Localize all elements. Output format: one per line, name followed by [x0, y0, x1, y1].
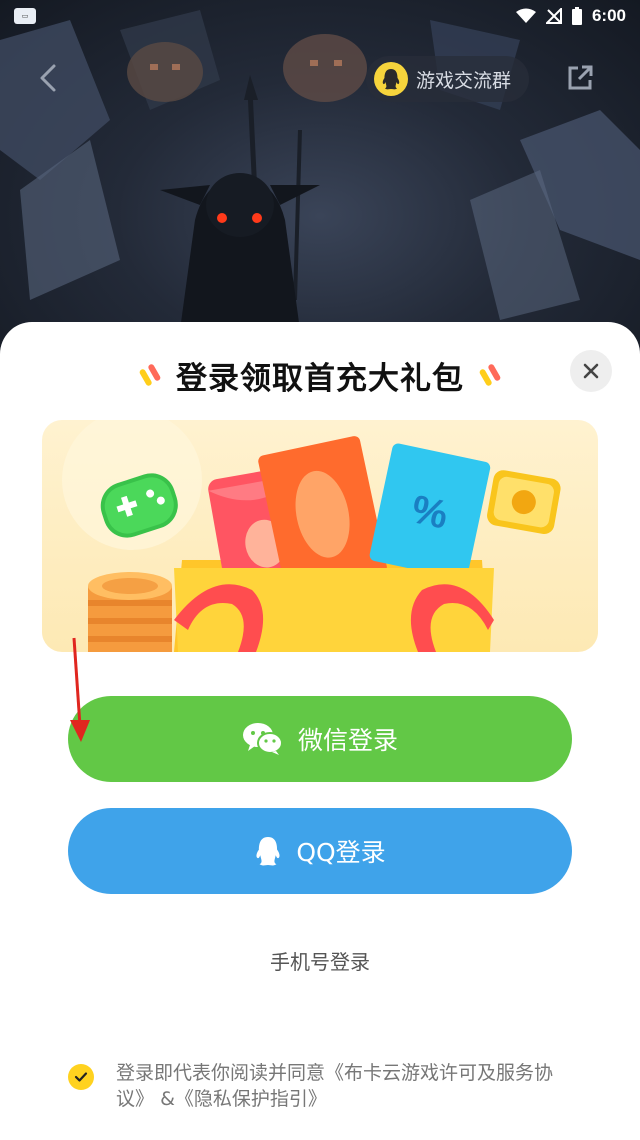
battery-icon — [571, 7, 582, 25]
agreement-ampersand: & — [160, 1088, 175, 1110]
agreement-checkbox[interactable] — [68, 1064, 94, 1090]
share-icon — [568, 65, 593, 90]
wechat-icon — [242, 723, 283, 755]
close-button[interactable] — [570, 350, 612, 392]
title-decoration-right — [478, 363, 502, 387]
phone-login-link[interactable]: 手机号登录 — [0, 946, 640, 975]
back-arrow-icon — [40, 64, 56, 92]
game-background — [0, 0, 640, 360]
wifi-icon — [515, 8, 536, 23]
red-arrow-icon — [70, 637, 90, 742]
coin-icon — [88, 572, 172, 652]
close-icon — [583, 363, 599, 379]
sheet-header: 登录领取首充大礼包 — [0, 350, 640, 400]
wechat-login-button[interactable]: 微信登录 — [68, 696, 572, 782]
checkmark-icon — [74, 1072, 88, 1082]
qq-login-button[interactable]: QQ登录 — [68, 808, 572, 894]
title-decoration-left — [138, 363, 162, 387]
agreement-prefix: 登录即代表你阅读并同意 — [116, 1062, 326, 1084]
qq-login-label: QQ登录 — [296, 838, 386, 867]
back-button[interactable] — [32, 62, 64, 94]
status-time: 6:00 — [591, 6, 626, 25]
agreement-row: 登录即代表你阅读并同意《布卡云游戏许可及服务协议》 &《隐私保护指引》 — [68, 1060, 588, 1112]
gift-pack-banner: % — [42, 420, 598, 652]
game-group-button[interactable]: 游戏交流群 — [366, 56, 530, 102]
game-group-label: 游戏交流群 — [416, 69, 512, 92]
share-button[interactable] — [564, 62, 596, 94]
no-signal-icon — [545, 8, 562, 24]
privacy-policy-link[interactable]: 《隐私保护指引》 — [175, 1088, 327, 1110]
status-bar: ▭ 6:00 — [0, 0, 640, 32]
agreement-text: 登录即代表你阅读并同意《布卡云游戏许可及服务协议》 &《隐私保护指引》 — [116, 1060, 588, 1112]
notification-app-icon: ▭ — [14, 8, 36, 24]
wechat-login-label: 微信登录 — [297, 726, 398, 755]
sheet-title: 登录领取首充大礼包 — [176, 360, 464, 397]
qq-penguin-icon — [256, 837, 280, 866]
qq-penguin-icon — [374, 62, 408, 96]
